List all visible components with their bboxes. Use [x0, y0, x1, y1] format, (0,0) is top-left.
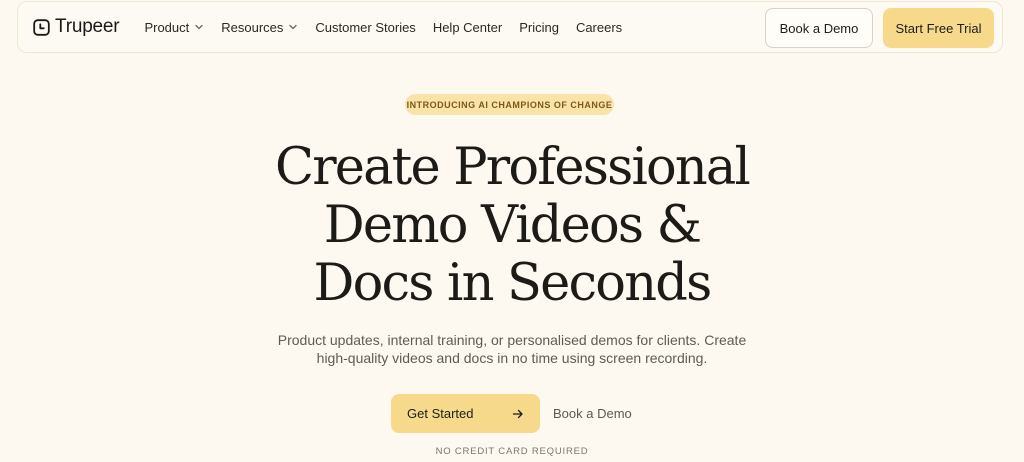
- get-started-label: Get Started: [407, 406, 474, 421]
- hero-cta-row: Get Started Book a Demo: [391, 394, 632, 433]
- nav-item-label: Product: [144, 19, 190, 35]
- headline-line-2: Demo Videos &: [323, 196, 702, 255]
- arrow-right-icon: [512, 409, 523, 418]
- top-navbar: Trupeer Product Resources Customer Stori…: [17, 1, 1003, 53]
- nav-item-label: Customer Stories: [315, 19, 416, 35]
- nav-item-help-center[interactable]: Help Center: [433, 20, 502, 35]
- headline-line-3: Docs in Seconds: [313, 254, 713, 313]
- nav-actions: Book a Demo Start Free Trial: [765, 8, 994, 48]
- nav-item-resources[interactable]: Resources: [221, 20, 298, 35]
- nav-item-pricing[interactable]: Pricing: [519, 20, 559, 35]
- chevron-down-icon: [289, 24, 298, 30]
- get-started-button[interactable]: Get Started: [391, 394, 540, 433]
- brand-name: Trupeer: [55, 16, 120, 37]
- headline-line-1: Create Professional: [274, 138, 751, 197]
- nav-item-label: Careers: [575, 19, 623, 35]
- nav-item-label: Pricing: [519, 19, 559, 35]
- start-free-trial-button[interactable]: Start Free Trial: [883, 8, 994, 48]
- nav-item-label: Resources: [221, 19, 284, 35]
- trupeer-logo-icon: [33, 18, 50, 36]
- hero-book-demo-link[interactable]: Book a Demo: [553, 406, 632, 421]
- nav-item-product[interactable]: Product: [144, 20, 204, 35]
- chevron-down-icon: [195, 24, 203, 30]
- landing-page: Trupeer Product Resources Customer Stori…: [0, 0, 1024, 462]
- nav-item-careers[interactable]: Careers: [576, 20, 622, 35]
- hero-subtitle: Product updates, internal training, or p…: [262, 331, 762, 367]
- brand-logo[interactable]: Trupeer: [33, 16, 120, 38]
- announcement-badge[interactable]: INTRODUCING AI CHAMPIONS OF CHANGE: [405, 94, 614, 115]
- book-demo-button[interactable]: Book a Demo: [765, 8, 873, 48]
- nav-item-label: Help Center: [432, 19, 503, 35]
- subtitle-line-1: Product updates, internal training, or p…: [277, 332, 747, 348]
- hero-headline: Create Professional Demo Videos & Docs i…: [212, 139, 812, 313]
- no-credit-card-note: NO CREDIT CARD REQUIRED: [435, 446, 589, 457]
- nav-menu: Product Resources Customer Stories Help …: [144, 20, 639, 35]
- subtitle-line-2: high-quality videos and docs in no time …: [316, 350, 708, 366]
- nav-item-customer-stories[interactable]: Customer Stories: [315, 20, 415, 35]
